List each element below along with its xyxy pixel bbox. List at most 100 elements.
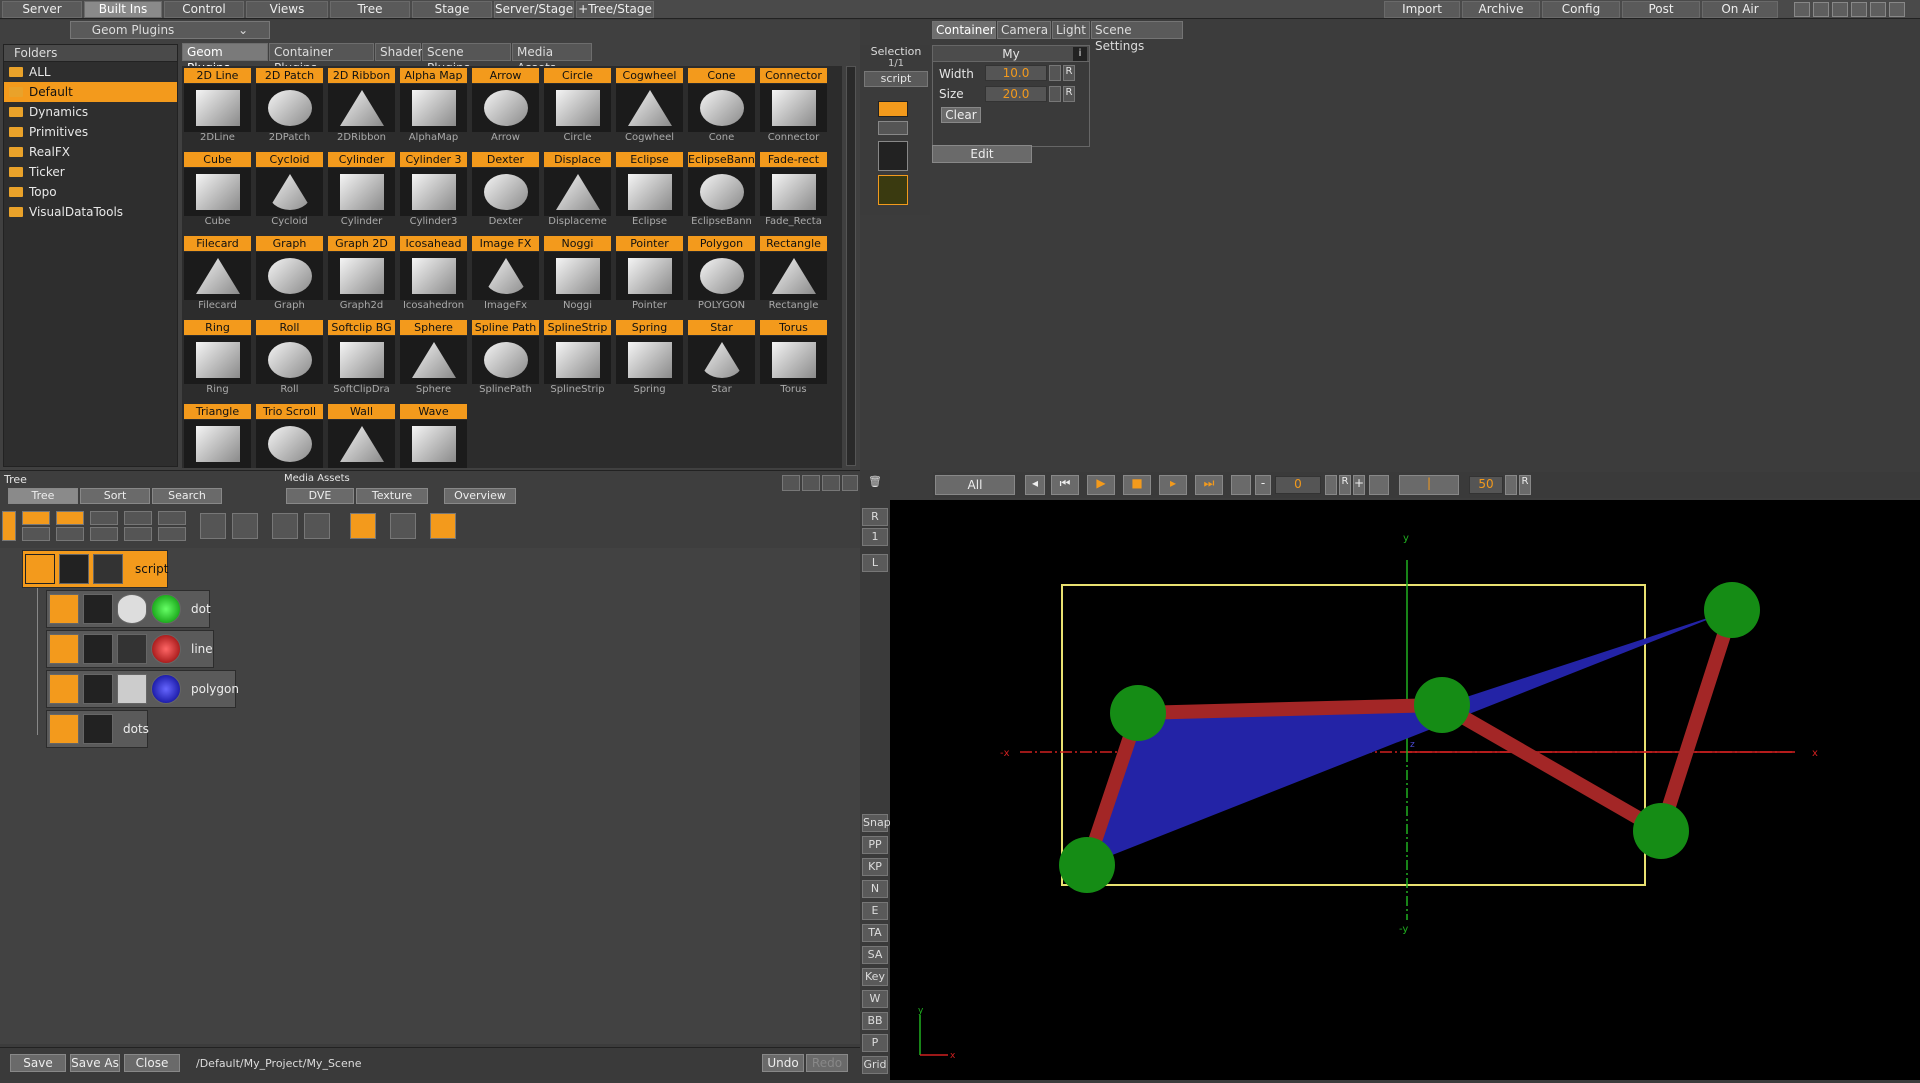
plugin-tile[interactable]: Torus Torus: [760, 320, 827, 402]
merge-icon[interactable]: [56, 527, 84, 541]
view-toggle-snap[interactable]: Snap: [862, 814, 891, 832]
plugin-tile[interactable]: Graph Graph: [256, 236, 323, 318]
menu-tree[interactable]: Tree: [330, 1, 410, 18]
refresh-icon[interactable]: [430, 513, 456, 539]
selection-name[interactable]: script: [864, 71, 928, 87]
menu-server-stage[interactable]: Server/Stage: [494, 1, 574, 18]
scene-viewport[interactable]: y -y x -x z y x: [890, 500, 1920, 1080]
plugin-tile[interactable]: Sphere Sphere: [400, 320, 467, 402]
tree-node-line[interactable]: line: [46, 630, 214, 668]
view-button[interactable]: R: [862, 508, 888, 526]
plugin-tile[interactable]: Pointer Pointer: [616, 236, 683, 318]
skip-back-icon[interactable]: ⏮: [1051, 475, 1079, 495]
width-field[interactable]: 10.0: [985, 65, 1047, 81]
add-icon[interactable]: [90, 511, 118, 525]
tab-camera[interactable]: Camera: [997, 21, 1051, 39]
plugin-tile[interactable]: Softclip BG SoftClipDra: [328, 320, 395, 402]
expand-tree-icon[interactable]: [200, 513, 226, 539]
plugin-tile[interactable]: Wave: [400, 404, 467, 468]
mail-icon[interactable]: [1813, 2, 1829, 17]
plugin-tile[interactable]: Star Star: [688, 320, 755, 402]
plugin-tile[interactable]: Cycloid Cycloid: [256, 152, 323, 234]
view-toggle-pp[interactable]: PP: [862, 836, 888, 854]
plugin-tile[interactable]: Polygon POLYGON: [688, 236, 755, 318]
plugin-tile[interactable]: Arrow Arrow: [472, 68, 539, 150]
folder-item[interactable]: ALL: [4, 62, 177, 82]
tab-geom-plugins[interactable]: Geom Plugins: [182, 43, 268, 75]
view-toggle-sa[interactable]: SA: [862, 946, 888, 964]
view-toggle-key[interactable]: Key: [862, 968, 888, 986]
script-plugin-icon[interactable]: [878, 175, 908, 205]
plus-icon[interactable]: +: [1353, 475, 1365, 495]
plugin-tile[interactable]: Cylinder 3 Cylinder3: [400, 152, 467, 234]
plugin-tile[interactable]: SplineStrip SplineStrip: [544, 320, 611, 402]
plugin-tile[interactable]: Cogwheel Cogwheel: [616, 68, 683, 150]
play-icon[interactable]: ▶: [1087, 475, 1115, 495]
minus-icon[interactable]: -: [1255, 475, 1271, 495]
tab-sort[interactable]: Sort: [80, 488, 150, 504]
plugin-tile[interactable]: Cube Cube: [184, 152, 251, 234]
step-forward-icon[interactable]: ▸: [1159, 475, 1187, 495]
grid-icon[interactable]: [802, 475, 820, 491]
save-as-button[interactable]: Save As: [70, 1054, 120, 1072]
transform-icon[interactable]: [878, 141, 908, 171]
plugin-tile[interactable]: Rectangle Rectangle: [760, 236, 827, 318]
edit-button[interactable]: Edit: [932, 145, 1032, 163]
plugin-tile[interactable]: Triangle: [184, 404, 251, 468]
view-toggle-grid[interactable]: Grid: [862, 1056, 888, 1074]
end-frame-spinner[interactable]: [1505, 475, 1517, 495]
view-button[interactable]: 1: [862, 528, 888, 546]
folder-item[interactable]: Ticker: [4, 162, 177, 182]
timeline-slider[interactable]: |: [1399, 475, 1459, 495]
menu-on-air[interactable]: On Air: [1702, 1, 1778, 18]
tab-light[interactable]: Light: [1052, 21, 1090, 39]
plugin-tile[interactable]: Spring Spring: [616, 320, 683, 402]
tab-container[interactable]: Container: [932, 21, 996, 39]
frame-spinner[interactable]: [1325, 475, 1337, 495]
plugin-tile[interactable]: Graph 2D Graph2d: [328, 236, 395, 318]
plugin-tile[interactable]: Displace Displaceme: [544, 152, 611, 234]
list-icon[interactable]: [390, 513, 416, 539]
folder-item[interactable]: RealFX: [4, 142, 177, 162]
plugin-tile[interactable]: 2D Line 2DLine: [184, 68, 251, 150]
view-toggle-w[interactable]: W: [862, 990, 888, 1008]
plugin-tile[interactable]: Dexter Dexter: [472, 152, 539, 234]
menu-archive[interactable]: Archive: [1462, 1, 1540, 18]
menu-control[interactable]: Control: [164, 1, 244, 18]
folder-item[interactable]: Dynamics: [4, 102, 177, 122]
tab-search[interactable]: Search: [152, 488, 222, 504]
plugin-tile[interactable]: Cone Cone: [688, 68, 755, 150]
plugin-tile[interactable]: EclipseBanner EclipseBann: [688, 152, 755, 234]
skip-forward-icon[interactable]: ⏭: [1195, 475, 1223, 495]
stop-icon[interactable]: ■: [1123, 475, 1151, 495]
tab-tree[interactable]: Tree: [8, 488, 78, 504]
tab-overview[interactable]: Overview: [444, 488, 516, 504]
view-toggle-n[interactable]: N: [862, 880, 888, 898]
import-icon[interactable]: [124, 511, 152, 525]
tree-node-dot[interactable]: dot: [46, 590, 211, 628]
size-reset-button[interactable]: R: [1063, 86, 1075, 102]
redo-button[interactable]: Redo: [806, 1054, 848, 1072]
plugin-tile[interactable]: Cylinder Cylinder: [328, 152, 395, 234]
clear-button[interactable]: Clear: [941, 107, 981, 123]
size-spinner[interactable]: [1049, 86, 1061, 102]
snapshot-icon[interactable]: [1231, 475, 1251, 495]
plugin-category-dropdown[interactable]: Geom Plugins ⌄: [70, 21, 270, 39]
add-container-icon[interactable]: [22, 511, 50, 525]
export-icon[interactable]: [124, 527, 152, 541]
plugin-tile[interactable]: Eclipse Eclipse: [616, 152, 683, 234]
plugin-tile[interactable]: Circle Circle: [544, 68, 611, 150]
trash-icon[interactable]: 🗑: [862, 474, 888, 492]
plugin-tile[interactable]: Noggi Noggi: [544, 236, 611, 318]
layer-select[interactable]: All: [935, 475, 1015, 495]
plugin-tile[interactable]: Roll Roll: [256, 320, 323, 402]
tree-node-script[interactable]: script: [22, 550, 168, 588]
folder-item[interactable]: Default: [4, 82, 177, 102]
settings-icon[interactable]: [822, 475, 840, 491]
close-icon[interactable]: [1889, 2, 1905, 17]
view-toggle-kp[interactable]: KP: [862, 858, 888, 876]
tree-node-dots[interactable]: dots: [46, 710, 149, 748]
camera-icon[interactable]: [782, 475, 800, 491]
visibility-icon[interactable]: [878, 121, 908, 135]
star-icon[interactable]: [2, 511, 16, 541]
